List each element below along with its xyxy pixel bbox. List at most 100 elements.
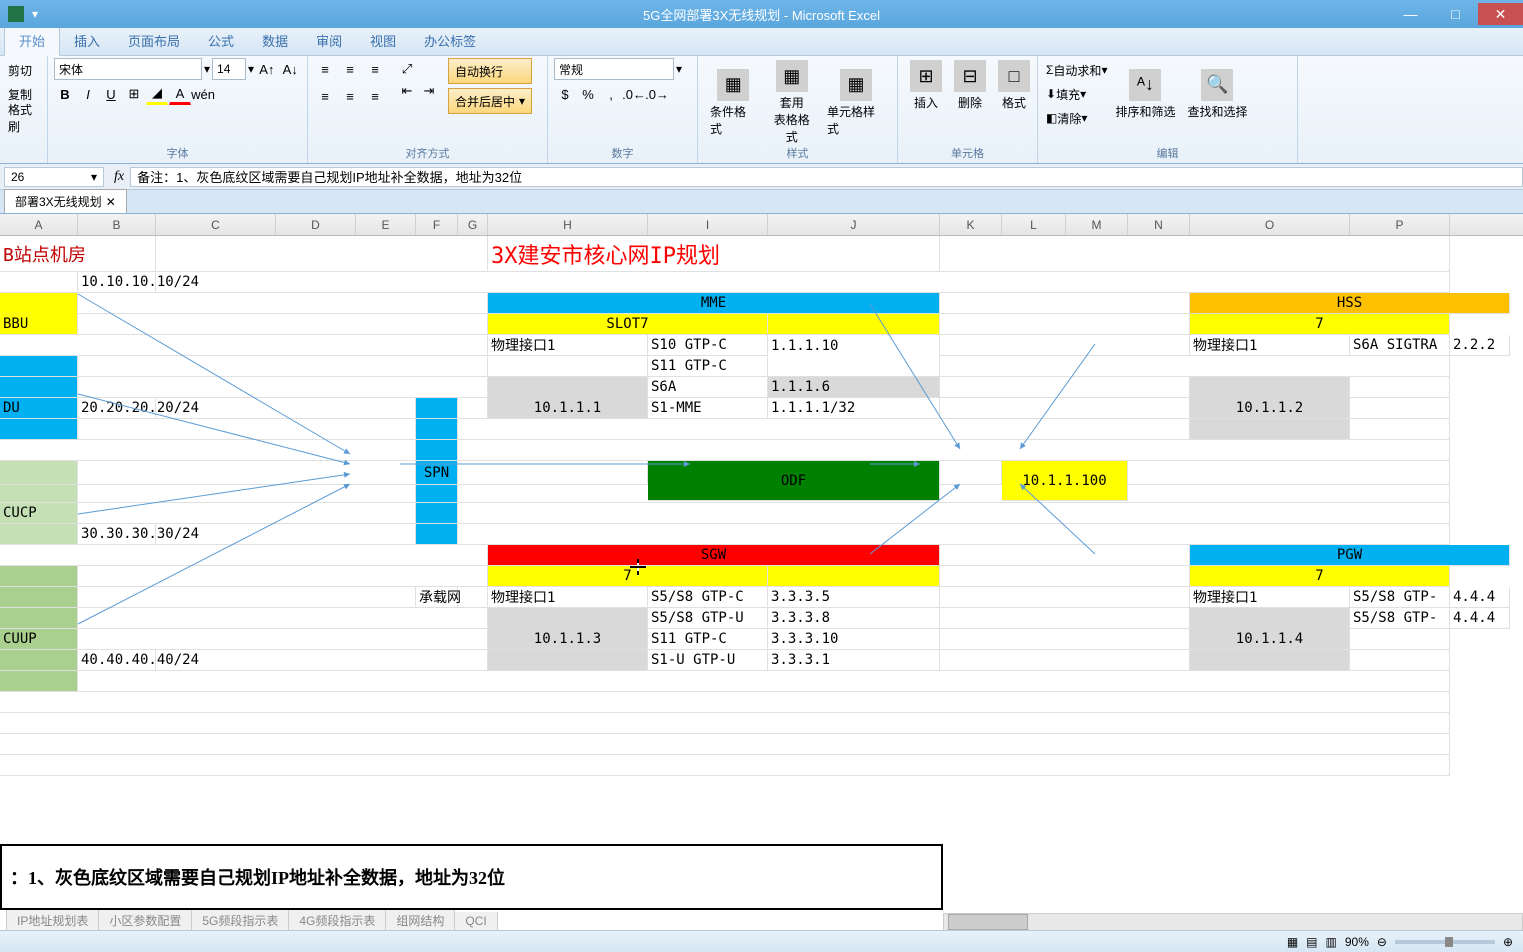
cell[interactable] [0, 272, 78, 293]
format-painter-button[interactable]: 格式刷 [6, 106, 41, 130]
cell[interactable] [156, 236, 488, 272]
cell[interactable] [1350, 650, 1450, 671]
cell[interactable]: 30.30.30.30/24 [78, 524, 156, 545]
cell[interactable]: 3.3.3.5 [768, 587, 940, 608]
border-button[interactable]: ⊞ [123, 83, 145, 105]
increase-font-icon[interactable]: A↑ [256, 58, 277, 80]
cell[interactable] [0, 440, 416, 461]
orientation-icon[interactable]: ⤢ [396, 58, 418, 80]
tab-view[interactable]: 视图 [356, 26, 410, 55]
merge-center-button[interactable]: 合并后居中 ▾ [448, 88, 532, 114]
cell[interactable] [940, 545, 1190, 566]
zoom-in-button[interactable]: ⊕ [1503, 935, 1513, 949]
view-break-icon[interactable]: ▥ [1326, 935, 1337, 949]
cell[interactable] [488, 377, 648, 398]
cell[interactable] [0, 755, 1450, 776]
cell[interactable] [78, 566, 488, 587]
wrap-text-button[interactable]: 自动换行 [448, 58, 532, 84]
col-header-L[interactable]: L [1002, 214, 1066, 235]
indent-increase-icon[interactable]: ⇥ [418, 80, 440, 102]
cell[interactable]: SPN [416, 461, 458, 485]
increase-decimal-icon[interactable]: .0← [623, 83, 645, 105]
sheet-tab-ip[interactable]: IP地址规划表 [6, 910, 99, 932]
font-name-select[interactable] [54, 58, 202, 80]
cell[interactable] [940, 650, 1190, 671]
cell[interactable] [0, 713, 1450, 734]
align-center-icon[interactable]: ≡ [339, 85, 361, 107]
cell[interactable]: B站点机房 [0, 236, 156, 272]
cell[interactable] [78, 461, 416, 485]
cell[interactable] [0, 587, 78, 608]
cell[interactable] [458, 587, 488, 608]
cell[interactable]: S5/S8 GTP-C [648, 587, 768, 608]
cell[interactable]: 20.20.20.20/24 [78, 398, 156, 419]
tab-close-icon[interactable]: ✕ [106, 195, 116, 209]
cell[interactable]: 物理接口1 [1190, 335, 1350, 356]
col-header-A[interactable]: A [0, 214, 78, 235]
cell[interactable]: 物理接口1 [1190, 587, 1350, 608]
cell[interactable] [0, 734, 1450, 755]
cell[interactable]: 3.3.3.8 [768, 608, 940, 629]
cell[interactable]: 1.1.1.1/32 [768, 398, 940, 419]
cell[interactable] [940, 314, 1190, 335]
cell[interactable] [416, 485, 458, 503]
cell[interactable] [940, 293, 1190, 314]
cell[interactable] [78, 293, 488, 314]
cell[interactable] [156, 272, 1450, 293]
cell[interactable]: 4.4.4 [1450, 608, 1510, 629]
cell[interactable]: 1.1.1.10 [768, 335, 940, 356]
cell[interactable]: 4.4.4 [1450, 587, 1510, 608]
cell[interactable]: S6A SIGTRA [1350, 335, 1450, 356]
tab-home[interactable]: 开始 [4, 25, 60, 56]
cell[interactable]: 10.1.1.2 [1190, 398, 1350, 419]
col-header-G[interactable]: G [458, 214, 488, 235]
cut-button[interactable]: 剪切 [6, 58, 41, 82]
cell[interactable]: 7 [488, 566, 768, 587]
cell[interactable]: S5/S8 GTP-U [648, 608, 768, 629]
cell[interactable] [78, 377, 488, 398]
cell[interactable]: BBU [0, 314, 78, 335]
decrease-font-icon[interactable]: A↓ [280, 58, 301, 80]
cell[interactable] [78, 314, 488, 335]
bold-button[interactable]: B [54, 83, 76, 105]
underline-button[interactable]: U [100, 83, 122, 105]
maximize-button[interactable]: □ [1433, 3, 1478, 25]
col-header-D[interactable]: D [276, 214, 356, 235]
table-format-button[interactable]: ▦套用 表格格式 [762, 58, 820, 147]
view-normal-icon[interactable]: ▦ [1287, 935, 1298, 949]
cell[interactable]: CUCP [0, 503, 78, 524]
italic-button[interactable]: I [77, 83, 99, 105]
cell[interactable]: S11 GTP-C [648, 629, 768, 650]
cell[interactable]: 7 [1190, 566, 1450, 587]
cell[interactable] [488, 356, 648, 377]
workbook-tab[interactable]: 部署3X无线规划 ✕ [4, 189, 127, 213]
cell[interactable]: 物理接口1 [488, 587, 648, 608]
cell[interactable]: 2.2.2 [1450, 335, 1510, 356]
cell[interactable] [488, 608, 648, 629]
col-header-C[interactable]: C [156, 214, 276, 235]
phonetic-button[interactable]: wén [192, 83, 214, 105]
col-header-I[interactable]: I [648, 214, 768, 235]
font-color-button[interactable]: A [169, 83, 191, 105]
insert-cells-button[interactable]: ⊞插入 [904, 58, 948, 113]
cell[interactable] [940, 461, 1002, 485]
cell[interactable] [0, 650, 78, 671]
col-header-P[interactable]: P [1350, 214, 1450, 235]
comma-icon[interactable]: , [600, 83, 622, 105]
sheet-tab-qci[interactable]: QCI [454, 912, 497, 931]
cell[interactable] [0, 608, 78, 629]
col-header-E[interactable]: E [356, 214, 416, 235]
cell[interactable] [1190, 377, 1350, 398]
cell[interactable] [940, 356, 1450, 377]
delete-cells-button[interactable]: ⊟删除 [948, 58, 992, 113]
col-header-B[interactable]: B [78, 214, 156, 235]
autosum-button[interactable]: Σ 自动求和 ▾ [1044, 58, 1109, 82]
cell[interactable] [78, 503, 416, 524]
col-header-N[interactable]: N [1128, 214, 1190, 235]
cell[interactable] [458, 440, 1450, 461]
cell[interactable] [458, 398, 488, 419]
font-size-select[interactable] [212, 58, 246, 80]
cell-style-button[interactable]: ▦单元格样式 [821, 58, 891, 147]
col-header-O[interactable]: O [1190, 214, 1350, 235]
cell[interactable]: 7 [1190, 314, 1450, 335]
